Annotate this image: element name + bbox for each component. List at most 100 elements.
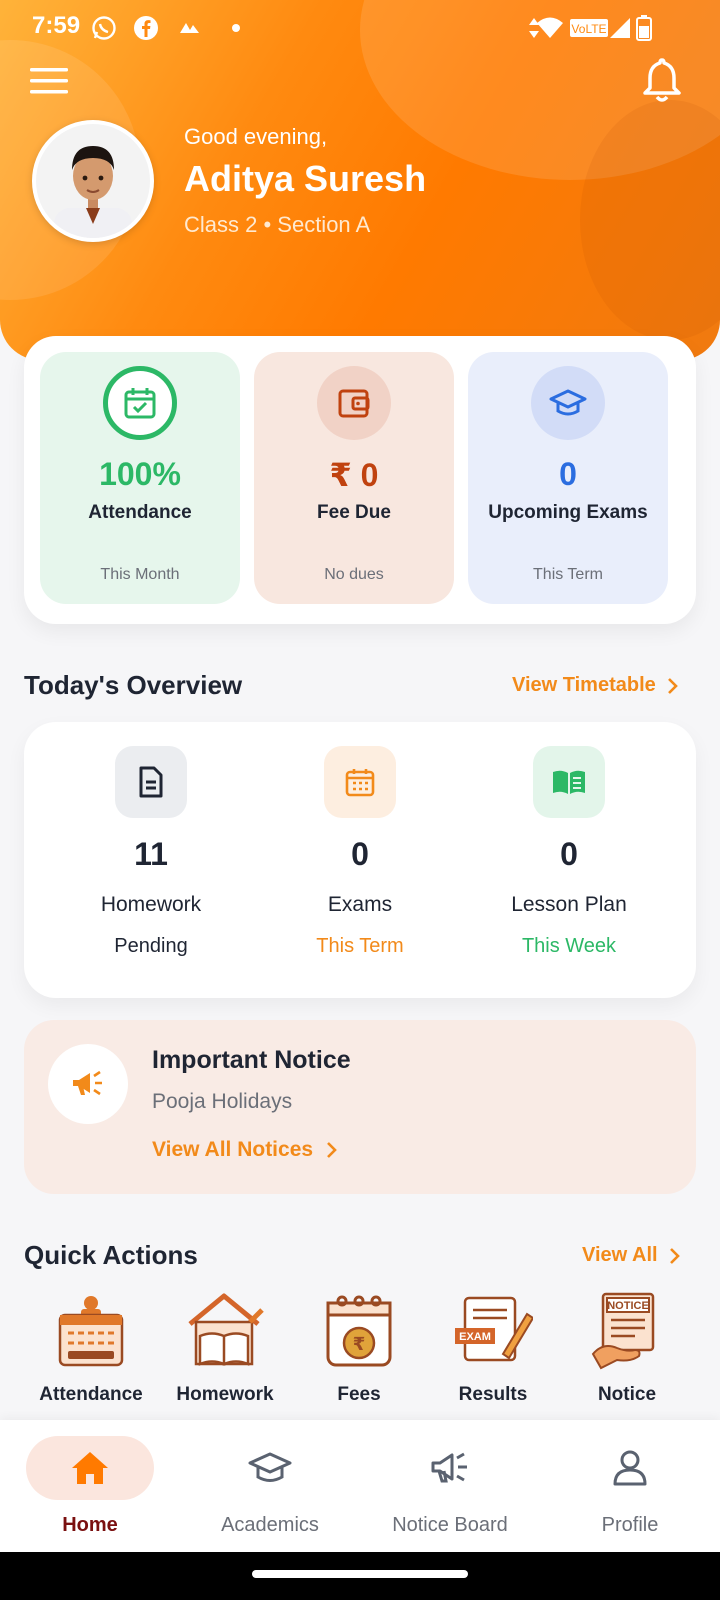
results-icon: EXAM (452, 1290, 534, 1372)
summary-card: 100% Attendance This Month ₹ 0 Fee Due N… (24, 336, 696, 624)
nav-home[interactable]: Home (0, 1436, 180, 1546)
more-notifications-dot (232, 24, 240, 32)
app-notification-icon (176, 14, 204, 42)
quick-action-label: Notice (597, 1384, 657, 1405)
nav-profile[interactable]: Profile (540, 1436, 720, 1546)
signal-icon (606, 14, 634, 42)
homework-sub: Pending (114, 935, 188, 957)
system-nav-bar (0, 1552, 720, 1600)
homework-label: Homework (100, 893, 202, 916)
important-notice-card[interactable]: Important Notice Pooja Holidays View All… (24, 1020, 696, 1194)
quick-action-results[interactable]: EXAM Results (426, 1290, 560, 1406)
attendance-sub: This Month (100, 566, 180, 583)
wifi-icon (536, 14, 564, 42)
menu-button[interactable] (28, 64, 70, 98)
svg-text:₹: ₹ (353, 1334, 366, 1355)
overview-card: 11 Homework Pending 0 Exams This Term 0 … (24, 722, 696, 998)
notifications-button[interactable] (640, 56, 684, 104)
battery-icon (634, 14, 654, 42)
view-all-notices-label: View All Notices (152, 1138, 314, 1161)
view-timetable-label: View Timetable (512, 674, 656, 696)
quick-action-fees[interactable]: ₹ Fees (292, 1290, 426, 1406)
home-icon (26, 1436, 154, 1500)
exams-count: 0 (351, 836, 369, 872)
home-indicator[interactable] (252, 1570, 468, 1578)
person-icon (566, 1436, 694, 1500)
status-bar: 7:59 VoLTE (0, 0, 720, 56)
svg-text:NOTICE: NOTICE (607, 1300, 649, 1312)
quick-action-label: Results (458, 1384, 528, 1405)
view-all-notices-link[interactable]: View All Notices (152, 1138, 337, 1162)
view-all-actions-link[interactable]: View All (582, 1244, 680, 1267)
greeting: Good evening, (184, 124, 328, 149)
bottom-nav: Home Academics Notice Board Profile (0, 1420, 720, 1552)
nav-label: Notice Board (392, 1514, 508, 1536)
quick-action-label: Homework (176, 1384, 274, 1405)
notice-title: Important Notice (152, 1046, 351, 1074)
lesson-plan-label: Lesson Plan (511, 893, 627, 916)
upcoming-exams-stat[interactable]: 0 Upcoming Exams This Term (468, 352, 668, 604)
fee-due-value: ₹ 0 (329, 457, 379, 493)
class-info: Class 2 • Section A (184, 212, 371, 237)
overview-title: Today's Overview (24, 670, 243, 700)
fee-due-label: Fee Due (317, 502, 391, 523)
chevron-right-icon (667, 677, 678, 694)
exams-overview-sub: This Term (316, 935, 404, 957)
svg-text:VoLTE: VoLTE (571, 22, 606, 36)
exams-overview[interactable]: 0 Exams This Term (260, 746, 460, 958)
quick-actions-row: Attendance Homework ₹ Fees EXAM Results … (0, 1290, 720, 1420)
exams-value: 0 (559, 456, 577, 492)
quick-actions-title: Quick Actions (24, 1240, 198, 1270)
quick-action-attendance[interactable]: Attendance (24, 1290, 158, 1406)
chevron-right-icon (327, 1142, 337, 1158)
exams-label: Upcoming Exams (488, 502, 648, 523)
calendar-check-icon (103, 366, 177, 440)
notice-subtitle: Pooja Holidays (152, 1090, 293, 1113)
attendance-icon (50, 1290, 132, 1372)
document-icon (115, 746, 187, 818)
nav-label: Academics (221, 1514, 319, 1536)
quick-action-label: Fees (337, 1384, 381, 1405)
calendar-icon (324, 746, 396, 818)
open-book-icon (533, 746, 605, 818)
wallet-icon (317, 366, 391, 440)
attendance-stat[interactable]: 100% Attendance This Month (40, 352, 240, 604)
student-photo (36, 124, 150, 238)
lesson-plan-overview[interactable]: 0 Lesson Plan This Week (469, 746, 669, 958)
hamburger-icon (30, 68, 68, 94)
megaphone-icon (386, 1436, 514, 1500)
bell-icon (643, 58, 681, 102)
quick-action-homework[interactable]: Homework (158, 1290, 292, 1406)
lesson-plan-sub: This Week (521, 935, 617, 957)
view-all-label: View All (582, 1244, 658, 1266)
nav-label: Profile (601, 1514, 659, 1536)
fee-due-sub: No dues (324, 566, 384, 583)
nav-academics[interactable]: Academics (180, 1436, 360, 1546)
view-timetable-link[interactable]: View Timetable (512, 674, 678, 697)
chevron-right-icon (669, 1247, 680, 1264)
lesson-plan-count: 0 (560, 836, 578, 872)
graduation-cap-icon (531, 366, 605, 440)
nav-label: Home (62, 1514, 118, 1536)
quick-action-label: Attendance (39, 1384, 143, 1405)
whatsapp-icon (90, 14, 118, 42)
homework-count: 11 (134, 836, 168, 872)
student-name: Aditya Suresh (184, 158, 427, 199)
avatar[interactable] (32, 120, 154, 242)
quick-action-notice[interactable]: NOTICE Notice (560, 1290, 694, 1406)
facebook-icon (132, 14, 160, 42)
nav-notice-board[interactable]: Notice Board (360, 1436, 540, 1546)
exams-sub: This Term (533, 566, 603, 583)
homework-icon (184, 1290, 266, 1372)
fee-due-stat[interactable]: ₹ 0 Fee Due No dues (254, 352, 454, 604)
attendance-value: 100% (99, 456, 181, 492)
attendance-label: Attendance (88, 502, 192, 523)
status-time: 7:59 (32, 12, 81, 39)
svg-text:EXAM: EXAM (459, 1331, 491, 1343)
notice-icon: NOTICE (586, 1290, 668, 1372)
graduation-cap-icon (206, 1436, 334, 1500)
homework-overview[interactable]: 11 Homework Pending (51, 746, 251, 958)
fees-icon: ₹ (318, 1290, 400, 1372)
volte-icon: VoLTE (568, 14, 610, 42)
megaphone-icon (48, 1044, 128, 1124)
